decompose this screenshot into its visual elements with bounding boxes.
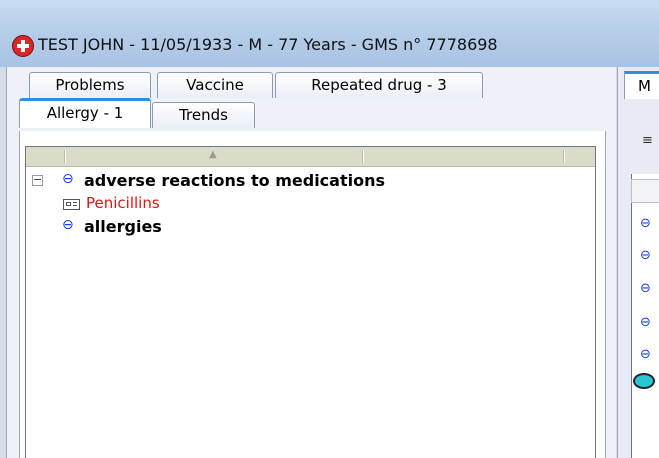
tab-problems[interactable]: Problems	[29, 72, 151, 98]
tab-right-m[interactable]: M	[624, 71, 659, 99]
node-circle-arrow-icon[interactable]: ⊖	[640, 347, 651, 362]
node-circle-arrow-icon: ⊖	[62, 217, 74, 233]
column-separator[interactable]	[362, 150, 364, 163]
list-view-icon[interactable]: ≡	[642, 133, 653, 148]
tab-allergy[interactable]: Allergy - 1	[19, 98, 151, 128]
node-circle-arrow-icon[interactable]: ⊖	[640, 216, 651, 231]
tree-node-label: allergies	[84, 217, 162, 236]
title-bar: TEST JOHN - 11/05/1933 - M - 77 Years - …	[0, 0, 659, 67]
pill-icon[interactable]	[633, 373, 655, 389]
column-separator[interactable]	[563, 150, 565, 163]
node-circle-arrow-icon: ⊖	[62, 171, 74, 187]
right-panel: M ≡ ⊖ ⊖ ⊖ ⊖ ⊖	[617, 67, 659, 458]
tree-column-header[interactable]: ▲	[26, 147, 595, 167]
node-circle-arrow-icon[interactable]: ⊖	[640, 315, 651, 330]
tree-row-allergies[interactable]: ⊖ allergies	[26, 217, 595, 237]
node-circle-arrow-icon[interactable]: ⊖	[640, 248, 651, 263]
tree-row-penicillins[interactable]: Penicillins	[26, 194, 595, 214]
window-title: TEST JOHN - 11/05/1933 - M - 77 Years - …	[38, 35, 498, 54]
column-separator[interactable]	[64, 150, 66, 163]
tab-repeated-drug[interactable]: Repeated drug - 3	[275, 72, 483, 98]
node-circle-arrow-icon[interactable]: ⊖	[640, 281, 651, 296]
allergy-tree: ▲ − ⊖ adverse reactions to medications P…	[25, 146, 596, 458]
tree-node-label: adverse reactions to medications	[84, 171, 385, 190]
main-frame: Problems Vaccine Repeated drug - 3 Aller…	[0, 67, 659, 458]
sort-ascending-icon: ▲	[209, 149, 217, 160]
patient-clinical-panel: Problems Vaccine Repeated drug - 3 Aller…	[6, 67, 616, 458]
tree-row-adverse-reactions[interactable]: − ⊖ adverse reactions to medications	[26, 171, 595, 191]
app-medical-cross-icon	[12, 35, 34, 57]
tree-leaf-label: Penicillins	[86, 194, 160, 212]
tab-vaccine[interactable]: Vaccine	[157, 72, 273, 98]
collapse-icon[interactable]: −	[32, 174, 43, 186]
tab-trends[interactable]: Trends	[152, 102, 255, 128]
medication-card-icon	[63, 199, 80, 210]
right-list-header[interactable]	[631, 179, 659, 203]
